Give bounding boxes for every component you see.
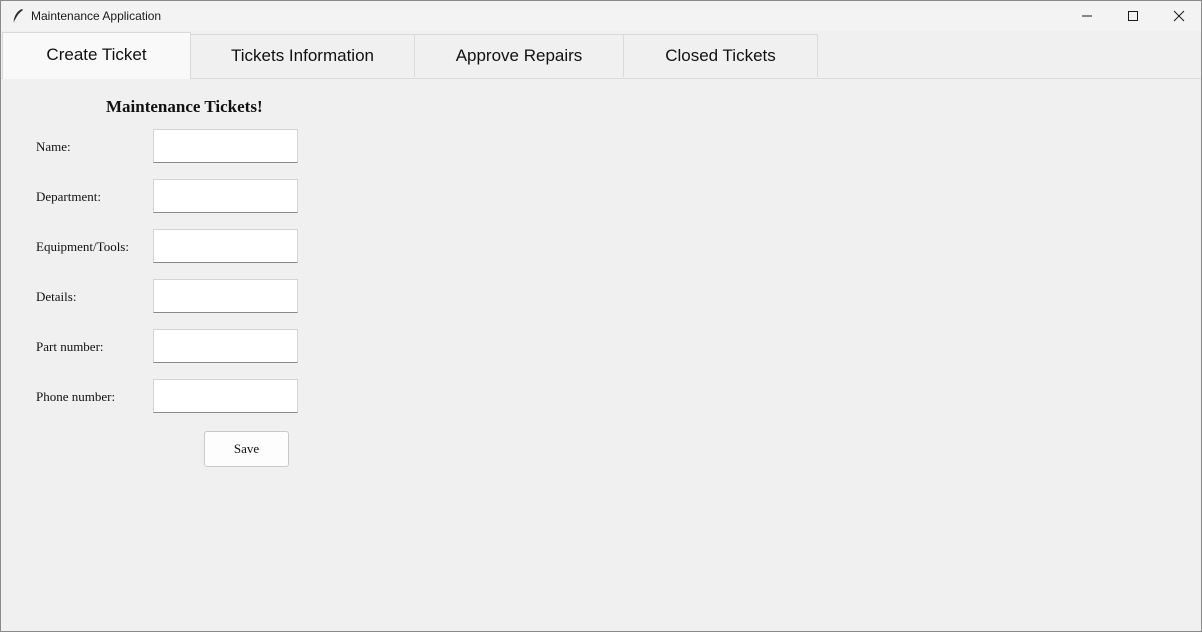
details-label: Details: xyxy=(36,289,77,304)
equipment-tools-label: Equipment/Tools: xyxy=(36,239,129,254)
form-heading: Maintenance Tickets! xyxy=(106,97,263,116)
feather-icon xyxy=(11,8,25,24)
tab-approve-repairs[interactable]: Approve Repairs xyxy=(414,34,624,77)
department-label: Department: xyxy=(36,189,101,204)
tab-bar: Create Ticket Tickets Information Approv… xyxy=(1,32,1201,79)
department-input[interactable] xyxy=(153,179,298,213)
name-label: Name: xyxy=(36,139,71,154)
tab-tickets-information[interactable]: Tickets Information xyxy=(190,34,415,77)
minimize-icon xyxy=(1081,10,1093,22)
maximize-icon xyxy=(1127,10,1139,22)
part-number-input[interactable] xyxy=(153,329,298,363)
phone-number-input[interactable] xyxy=(153,379,298,413)
equipment-tools-input[interactable] xyxy=(153,229,298,263)
app-window: Maintenance Application Create Ticket Ti… xyxy=(0,0,1202,632)
tab-create-ticket[interactable]: Create Ticket xyxy=(2,32,191,79)
name-input[interactable] xyxy=(153,129,298,163)
part-number-label: Part number: xyxy=(36,339,104,354)
save-button[interactable]: Save xyxy=(204,431,289,467)
title-bar[interactable]: Maintenance Application xyxy=(1,1,1201,31)
close-icon xyxy=(1173,10,1185,22)
phone-number-label: Phone number: xyxy=(36,389,116,404)
tab-closed-tickets[interactable]: Closed Tickets xyxy=(623,34,818,77)
minimize-button[interactable] xyxy=(1064,1,1110,31)
details-input[interactable] xyxy=(153,279,298,313)
maximize-button[interactable] xyxy=(1110,1,1156,31)
window-title: Maintenance Application xyxy=(31,9,162,23)
create-ticket-panel: Maintenance Tickets! Name: Department: E… xyxy=(1,79,1201,631)
close-button[interactable] xyxy=(1156,1,1201,31)
